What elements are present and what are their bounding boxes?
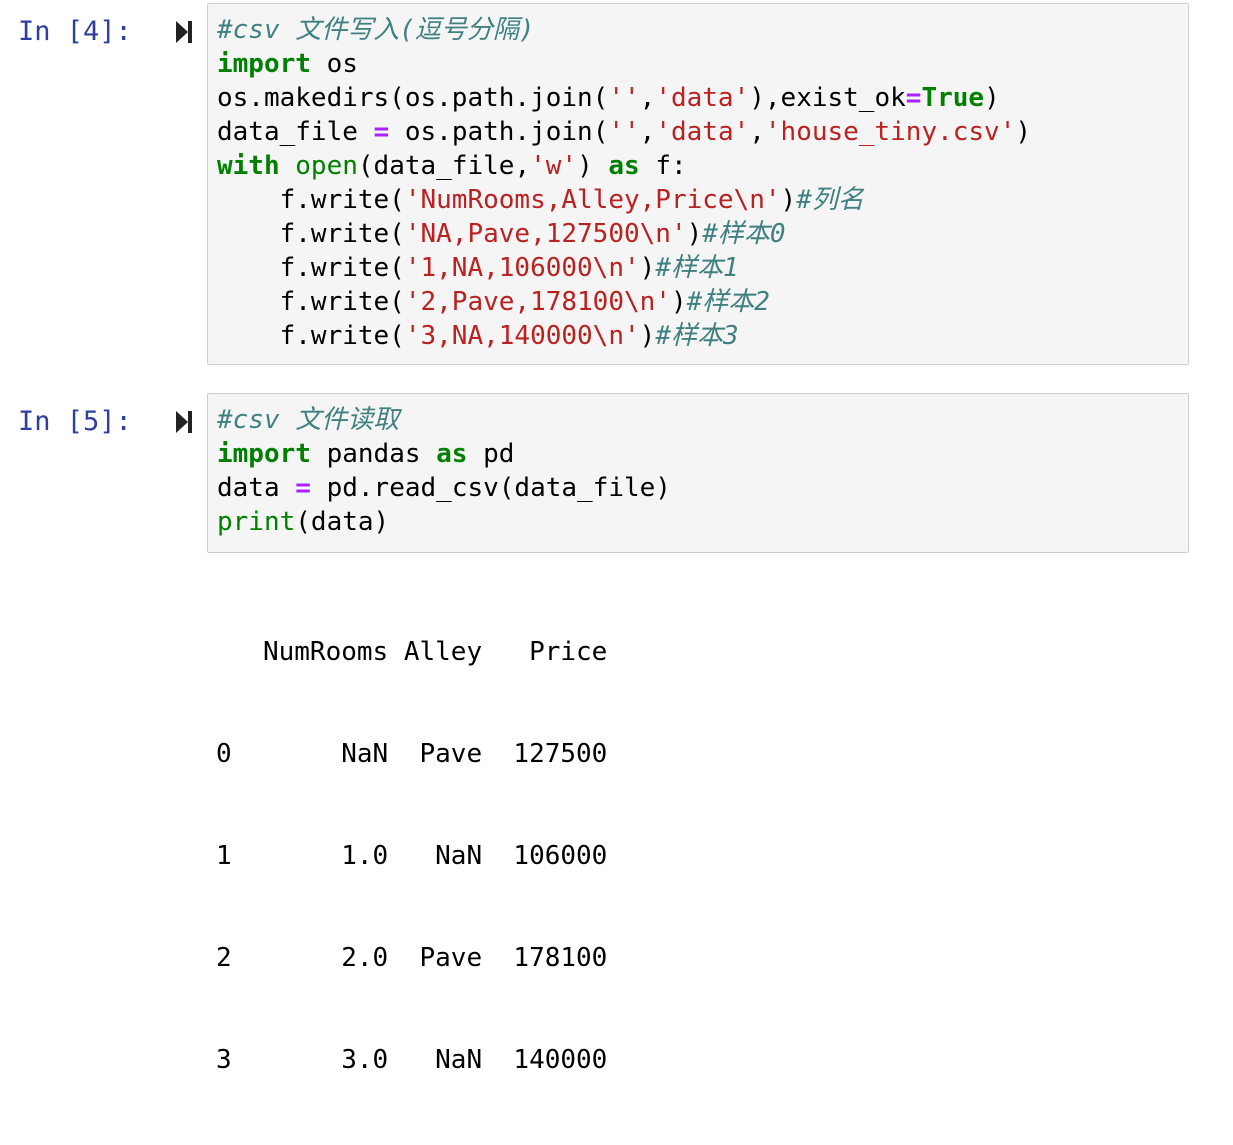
code-string: 'data' (655, 117, 750, 147)
code-line: with open(data_file,'w') as f: (217, 149, 1188, 183)
code-string: 'house_tiny.csv' (764, 117, 1016, 147)
code-text: f.write( (217, 321, 405, 351)
output-line: NumRooms Alley Price (216, 637, 608, 667)
code-line: f.write('NumRooms,Alley,Price\n')#列名 (217, 183, 1188, 217)
code-text: ) (670, 287, 687, 317)
code-comment: #csv 文件写入(逗号分隔) (217, 15, 535, 45)
code-text: os.path.join( (389, 117, 609, 147)
code-text: f.write( (217, 253, 405, 283)
code-keyword: as (608, 151, 640, 181)
code-editor[interactable]: #csv 文件读取 import pandas as pd data = pd.re… (207, 393, 1189, 553)
code-string: '3,NA,140000\n' (404, 321, 640, 351)
code-string: 'w' (530, 151, 578, 181)
cell-prompt: In [5]: (18, 406, 132, 437)
code-lines: #csv 文件读取 import pandas as pd data = pd.re… (217, 403, 1188, 539)
code-operator: = (373, 117, 390, 147)
code-comment: #csv 文件读取 (217, 405, 400, 435)
run-cell-icon[interactable] (175, 20, 193, 44)
code-line: os.makedirs(os.path.join('','data'),exis… (217, 81, 1188, 115)
code-text: ) (639, 253, 656, 283)
code-keyword: import (217, 439, 311, 469)
code-text: pandas (310, 439, 437, 469)
code-line: f.write('1,NA,106000\n')#样本1 (217, 251, 1188, 285)
code-string: '' (608, 83, 640, 113)
code-builtin: open (295, 151, 358, 181)
code-line: import pandas as pd (217, 437, 1188, 471)
code-comment: #样本1 (655, 253, 739, 283)
code-comment: #样本2 (686, 287, 770, 317)
code-text: os.makedirs(os.path.join( (217, 83, 609, 113)
output-line: 1 1.0 NaN 106000 (216, 841, 608, 871)
code-string: '2,Pave,178100\n' (404, 287, 671, 317)
code-text: (data_file, (357, 151, 531, 181)
code-keyword: with (217, 151, 280, 181)
code-line: #csv 文件读取 (217, 403, 1188, 437)
code-text: os (310, 49, 358, 79)
code-text: f.write( (217, 287, 405, 317)
code-text: ) (639, 321, 656, 351)
code-comment: #列名 (796, 185, 864, 215)
code-text: pd (467, 439, 515, 469)
code-text: pd.read_csv(data_file) (310, 473, 671, 503)
code-text: , (639, 83, 656, 113)
code-text: ) (780, 185, 797, 215)
code-line: f.write('2,Pave,178100\n')#样本2 (217, 285, 1188, 319)
run-cell-icon[interactable] (175, 410, 193, 434)
code-text: ) (1015, 117, 1032, 147)
code-string: 'NumRooms,Alley,Price\n' (404, 185, 781, 215)
code-keyword: as (436, 439, 468, 469)
code-line: f.write('3,NA,140000\n')#样本3 (217, 319, 1188, 353)
code-line: print(data) (217, 505, 1188, 539)
code-text: f.write( (217, 219, 405, 249)
code-operator: = (295, 473, 311, 503)
code-string: '1,NA,106000\n' (404, 253, 640, 283)
output-line: 3 3.0 NaN 140000 (216, 1045, 608, 1075)
code-text: f: (639, 151, 687, 181)
code-comment: #样本0 (702, 219, 786, 249)
code-line: import os (217, 47, 1188, 81)
code-text: f.write( (217, 185, 405, 215)
code-line: data = pd.read_csv(data_file) (217, 471, 1188, 505)
code-line: data_file = os.path.join('','data','hous… (217, 115, 1188, 149)
code-string: 'data' (655, 83, 750, 113)
code-operator: = (905, 83, 922, 113)
code-builtin: print (217, 507, 296, 537)
cell-output: NumRooms Alley Price 0 NaN Pave 127500 1… (216, 567, 607, 1145)
code-text: ) (686, 219, 703, 249)
output-line: 0 NaN Pave 127500 (216, 739, 608, 769)
code-text: , (749, 117, 765, 147)
code-editor[interactable]: #csv 文件写入(逗号分隔) import os os.makedirs(os.p… (207, 3, 1189, 365)
code-string: 'NA,Pave,127500\n' (404, 219, 687, 249)
code-line: f.write('NA,Pave,127500\n')#样本0 (217, 217, 1188, 251)
code-text: data_file (217, 117, 374, 147)
code-keyword: True (921, 83, 985, 113)
output-line: 2 2.0 Pave 178100 (216, 943, 608, 973)
code-comment: #样本3 (655, 321, 739, 351)
code-string: '' (608, 117, 640, 147)
cell-prompt: In [4]: (18, 16, 132, 47)
code-text: (data) (295, 507, 390, 537)
code-keyword: import (217, 49, 311, 79)
code-text: ),exist_ok (749, 83, 906, 113)
code-text: data (217, 473, 296, 503)
code-text: ) (577, 151, 609, 181)
code-text: , (639, 117, 656, 147)
code-lines: #csv 文件写入(逗号分隔) import os os.makedirs(os.p… (217, 13, 1188, 353)
code-text: ) (984, 83, 1000, 113)
code-line: #csv 文件写入(逗号分隔) (217, 13, 1188, 47)
